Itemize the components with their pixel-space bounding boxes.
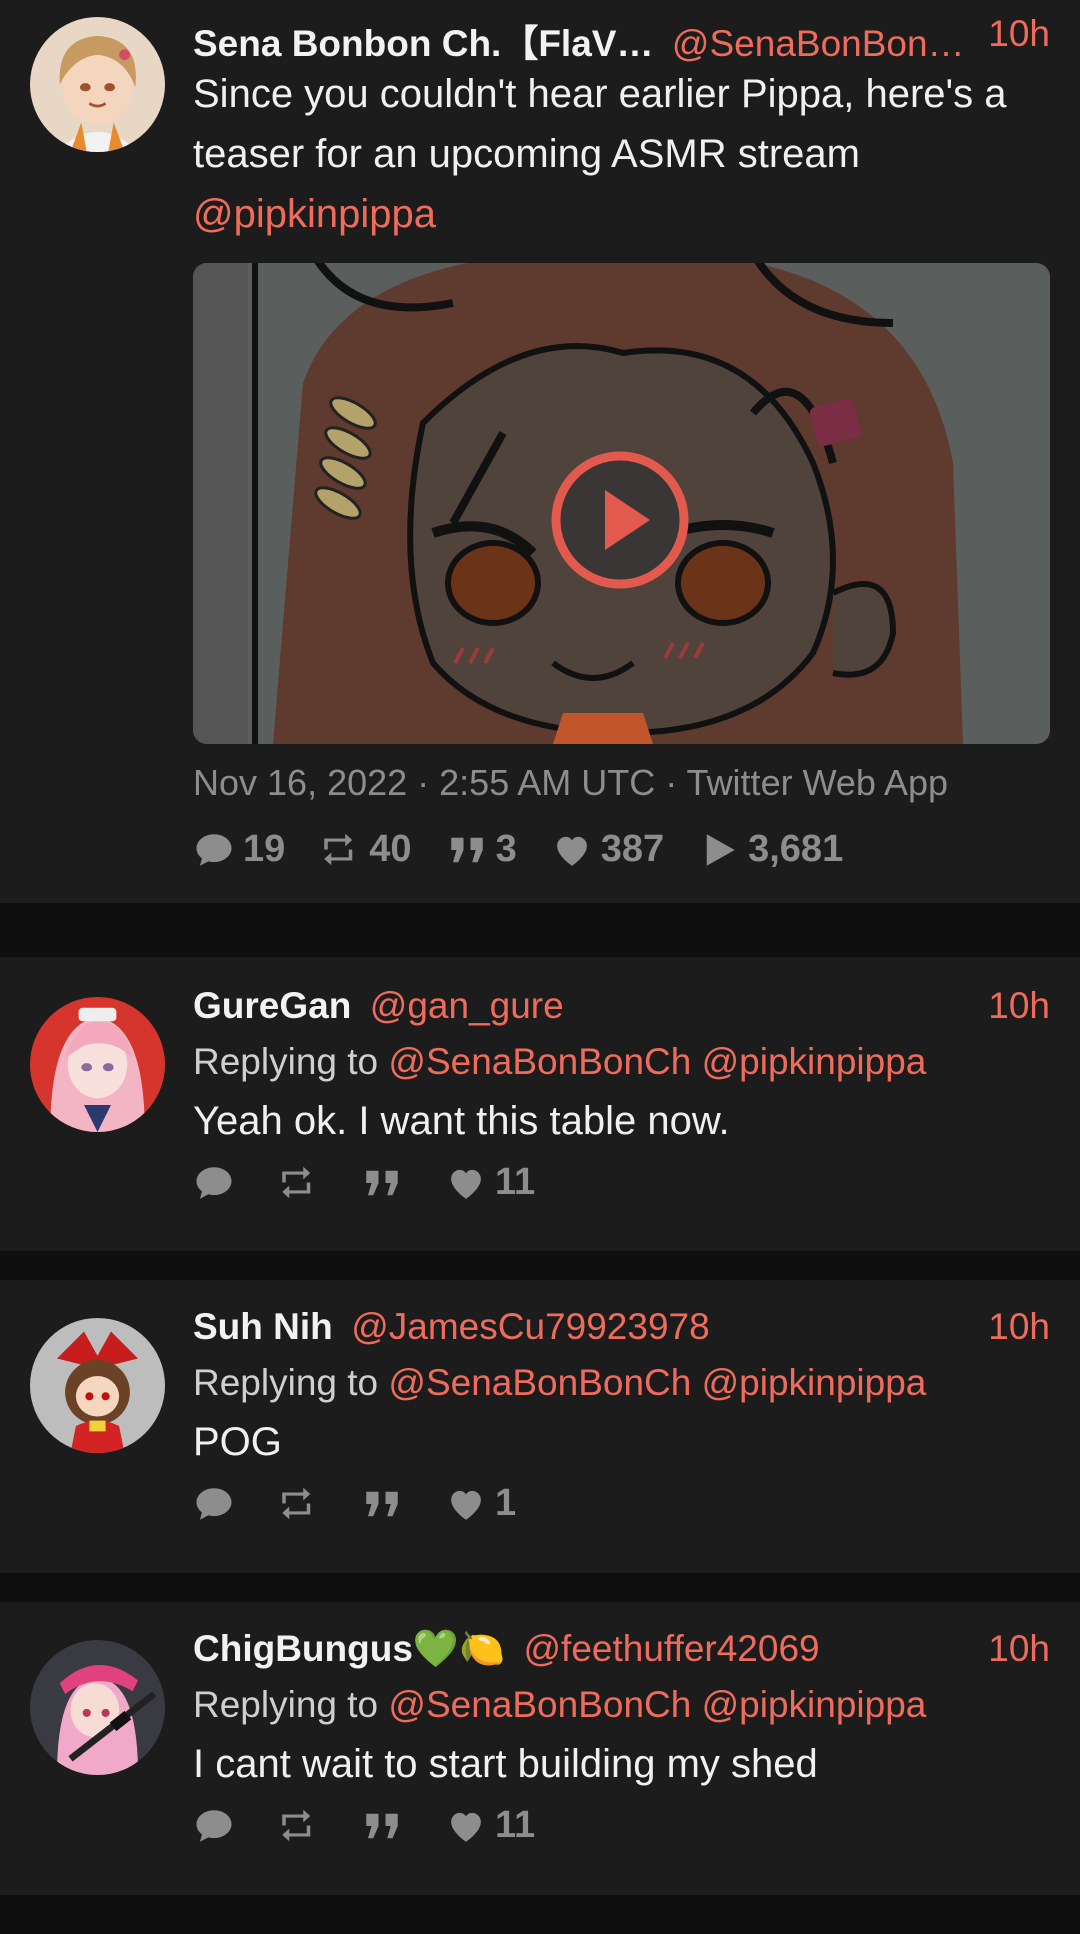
reply-count: 19 xyxy=(243,828,286,870)
reply-tweet[interactable]: ChigBungus💚🍋 @feethuffer42069 10h Replyi… xyxy=(0,1602,1080,1895)
reply-tweet[interactable]: GureGan @gan_gure 10h Replying to @SenaB… xyxy=(0,957,1080,1251)
heart-icon xyxy=(445,1805,487,1847)
like-stat[interactable]: 11 xyxy=(445,1804,535,1847)
like-stat[interactable]: 1 xyxy=(445,1482,516,1525)
retweet-icon xyxy=(319,829,361,871)
user-handle[interactable]: @JamesCu79923978 xyxy=(351,1306,709,1347)
quote-stat[interactable] xyxy=(361,1805,411,1847)
tweet-time[interactable]: 10h xyxy=(988,1628,1050,1670)
avatar[interactable] xyxy=(30,1318,165,1453)
tweet-metadata[interactable]: Nov 16, 2022 · 2:55 AM UTC · Twitter Web… xyxy=(193,762,1050,804)
like-count: 387 xyxy=(600,828,665,870)
reply-tweet[interactable]: Suh Nih @JamesCu79923978 10h Replying to… xyxy=(0,1280,1080,1573)
display-name[interactable]: ChigBungus💚🍋 xyxy=(193,1628,505,1669)
reply-stat[interactable] xyxy=(193,1483,243,1525)
avatar[interactable] xyxy=(30,997,165,1132)
replying-to: Replying to @SenaBonBonCh @pipkinpippa xyxy=(193,1678,1050,1732)
heart-icon xyxy=(551,829,593,871)
replying-to: Replying to @SenaBonBonCh @pipkinpippa xyxy=(193,1356,1050,1410)
mention-link[interactable]: @pipkinpippa xyxy=(193,192,436,236)
like-count: 1 xyxy=(495,1482,517,1524)
user-handle[interactable]: @gan_gure xyxy=(370,985,564,1026)
retweet-stat[interactable]: 40 xyxy=(319,828,412,871)
like-stat[interactable]: 11 xyxy=(445,1161,535,1204)
tweet-time[interactable]: 10h xyxy=(988,13,1050,55)
retweet-icon xyxy=(277,1162,319,1204)
quote-icon xyxy=(361,1162,403,1204)
replying-label: Replying to xyxy=(193,1041,379,1082)
reply-mention[interactable]: @pipkinpippa xyxy=(702,1362,927,1403)
quote-stat[interactable] xyxy=(361,1162,411,1204)
avatar-image xyxy=(30,997,165,1132)
quote-icon xyxy=(361,1483,403,1525)
tweet-time[interactable]: 10h xyxy=(988,1306,1050,1348)
avatar[interactable] xyxy=(30,17,165,152)
reply-mention[interactable]: @SenaBonBonCh xyxy=(388,1362,691,1403)
tweet-text: Since you couldn't hear earlier Pippa, h… xyxy=(193,64,1050,244)
retweet-stat[interactable] xyxy=(277,1805,327,1847)
user-handle[interactable]: @SenaBonBon… xyxy=(672,23,965,64)
retweet-icon xyxy=(277,1483,319,1525)
tweet-text: I cant wait to start building my shed xyxy=(193,1742,818,1786)
retweet-stat[interactable] xyxy=(277,1483,327,1525)
main-tweet[interactable]: Sena Bonbon Ch.【FlaV… @SenaBonBon… 10h S… xyxy=(0,0,1080,903)
comment-icon xyxy=(193,829,235,871)
display-name[interactable]: GureGan xyxy=(193,985,351,1026)
retweet-icon xyxy=(277,1805,319,1847)
heart-icon xyxy=(445,1162,487,1204)
tweet-body: Since you couldn't hear earlier Pippa, h… xyxy=(193,72,1007,176)
like-count: 11 xyxy=(495,1804,536,1846)
views-icon xyxy=(698,829,740,871)
reply-mention[interactable]: @SenaBonBonCh xyxy=(388,1684,691,1725)
replying-label: Replying to xyxy=(193,1684,379,1725)
like-count: 11 xyxy=(495,1161,536,1203)
tweet-text: Yeah ok. I want this table now. xyxy=(193,1099,730,1143)
like-stat[interactable]: 387 xyxy=(551,828,664,871)
avatar-image xyxy=(30,1640,165,1775)
reply-stat[interactable] xyxy=(193,1805,243,1847)
view-count: 3,681 xyxy=(748,828,844,870)
avatar[interactable] xyxy=(30,1640,165,1775)
replying-to: Replying to @SenaBonBonCh @pipkinpippa xyxy=(193,1035,1050,1089)
tweet-text: POG xyxy=(193,1420,282,1464)
display-name[interactable]: Sena Bonbon Ch.【FlaV… xyxy=(193,23,653,64)
user-handle[interactable]: @feethuffer42069 xyxy=(524,1628,820,1669)
views-stat: 3,681 xyxy=(698,828,843,871)
quote-icon xyxy=(361,1805,403,1847)
comment-icon xyxy=(193,1483,235,1525)
replying-label: Replying to xyxy=(193,1362,379,1403)
play-icon[interactable] xyxy=(550,450,690,590)
display-name[interactable]: Suh Nih xyxy=(193,1306,333,1347)
tweet-stats: 1 xyxy=(193,1482,1050,1525)
avatar-image xyxy=(30,1318,165,1453)
avatar-image xyxy=(30,17,165,152)
reply-mention[interactable]: @SenaBonBonCh xyxy=(388,1041,691,1082)
reply-mention[interactable]: @pipkinpippa xyxy=(702,1684,927,1725)
retweet-count: 40 xyxy=(369,828,412,870)
quote-count: 3 xyxy=(495,828,517,870)
tweet-time[interactable]: 10h xyxy=(988,985,1050,1027)
comment-icon xyxy=(193,1162,235,1204)
quote-stat[interactable]: 3 xyxy=(446,828,517,871)
reply-mention[interactable]: @pipkinpippa xyxy=(702,1041,927,1082)
comment-icon xyxy=(193,1805,235,1847)
reply-stat[interactable] xyxy=(193,1162,243,1204)
retweet-stat[interactable] xyxy=(277,1162,327,1204)
heart-icon xyxy=(445,1483,487,1525)
quote-stat[interactable] xyxy=(361,1483,411,1525)
tweet-stats: 11 xyxy=(193,1804,1050,1847)
video-thumbnail[interactable] xyxy=(193,263,1050,744)
tweet-stats: 19 40 3 387 3,681 xyxy=(193,828,1050,871)
quote-icon xyxy=(446,829,488,871)
reply-stat[interactable]: 19 xyxy=(193,828,285,871)
tweet-stats: 11 xyxy=(193,1161,1050,1204)
